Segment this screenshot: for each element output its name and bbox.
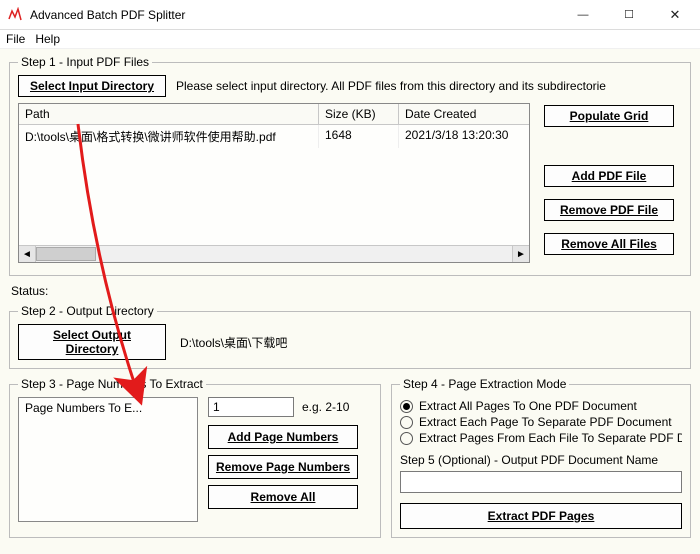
scroll-right-icon[interactable]: ►: [512, 246, 529, 262]
titlebar: Advanced Batch PDF Splitter — ☐ ✕: [0, 0, 700, 30]
step3-group: Step 3 - Page Numbers To Extract Page Nu…: [9, 377, 381, 538]
close-button[interactable]: ✕: [652, 0, 698, 30]
window-title: Advanced Batch PDF Splitter: [30, 8, 560, 22]
step1-side-buttons: Populate Grid Add PDF File Remove PDF Fi…: [544, 103, 682, 267]
scroll-left-icon[interactable]: ◄: [19, 246, 36, 262]
cell-size: 1648: [319, 125, 399, 148]
radio-icon: [400, 432, 413, 445]
select-output-directory-button[interactable]: Select Output Directory: [18, 324, 166, 360]
scroll-thumb[interactable]: [36, 247, 96, 261]
listbox-header: Page Numbers To E...: [25, 401, 191, 415]
window-controls: — ☐ ✕: [560, 0, 698, 30]
step1-legend: Step 1 - Input PDF Files: [18, 55, 152, 69]
extract-pdf-pages-button[interactable]: Extract PDF Pages: [400, 503, 682, 529]
table-row[interactable]: D:\tools\桌面\格式转换\微讲师软件使用帮助.pdf 1648 2021…: [19, 125, 529, 148]
minimize-button[interactable]: —: [560, 0, 606, 30]
step1-hint: Please select input directory. All PDF f…: [176, 79, 606, 93]
menu-help[interactable]: Help: [35, 32, 60, 46]
step5-label: Step 5 (Optional) - Output PDF Document …: [400, 453, 682, 467]
add-pdf-file-button[interactable]: Add PDF File: [544, 165, 674, 187]
select-input-directory-button[interactable]: Select Input Directory: [18, 75, 166, 97]
step4-group: Step 4 - Page Extraction Mode Extract Al…: [391, 377, 691, 538]
step1-group: Step 1 - Input PDF Files Select Input Di…: [9, 55, 691, 276]
col-path[interactable]: Path: [19, 104, 319, 124]
menu-file[interactable]: File: [6, 32, 25, 46]
menubar: File Help: [0, 30, 700, 49]
page-numbers-input[interactable]: [208, 397, 294, 417]
status-label: Status:: [11, 284, 691, 298]
client-area: Step 1 - Input PDF Files Select Input Di…: [0, 49, 700, 554]
input-files-grid[interactable]: Path Size (KB) Date Created D:\tools\桌面\…: [18, 103, 530, 263]
step2-legend: Step 2 - Output Directory: [18, 304, 157, 318]
remove-page-numbers-button[interactable]: Remove Page Numbers: [208, 455, 358, 479]
radio-extract-each-separate[interactable]: Extract Each Page To Separate PDF Docume…: [400, 415, 682, 429]
grid-header: Path Size (KB) Date Created: [19, 104, 529, 125]
step2-group: Step 2 - Output Directory Select Output …: [9, 304, 691, 369]
radio-label-1: Extract All Pages To One PDF Document: [419, 399, 637, 413]
col-date[interactable]: Date Created: [399, 104, 529, 124]
radio-extract-each-file-separate[interactable]: Extract Pages From Each File To Separate…: [400, 431, 682, 445]
maximize-button[interactable]: ☐: [606, 0, 652, 30]
radio-label-2: Extract Each Page To Separate PDF Docume…: [419, 415, 672, 429]
remove-all-page-numbers-button[interactable]: Remove All: [208, 485, 358, 509]
remove-all-files-button[interactable]: Remove All Files: [544, 233, 674, 255]
cell-path: D:\tools\桌面\格式转换\微讲师软件使用帮助.pdf: [19, 125, 319, 148]
cell-date: 2021/3/18 13:20:30: [399, 125, 529, 148]
radio-extract-all-to-one[interactable]: Extract All Pages To One PDF Document: [400, 399, 682, 413]
populate-grid-button[interactable]: Populate Grid: [544, 105, 674, 127]
radio-label-3: Extract Pages From Each File To Separate…: [419, 431, 682, 445]
radio-icon: [400, 400, 413, 413]
output-directory-path: D:\tools\桌面\下载吧: [180, 334, 287, 351]
step4-legend: Step 4 - Page Extraction Mode: [400, 377, 569, 391]
col-size[interactable]: Size (KB): [319, 104, 399, 124]
output-pdf-name-input[interactable]: [400, 471, 682, 493]
step3-legend: Step 3 - Page Numbers To Extract: [18, 377, 206, 391]
add-page-numbers-button[interactable]: Add Page Numbers: [208, 425, 358, 449]
grid-horizontal-scrollbar[interactable]: ◄ ►: [19, 245, 529, 262]
page-numbers-listbox[interactable]: Page Numbers To E...: [18, 397, 198, 522]
radio-icon: [400, 416, 413, 429]
remove-pdf-file-button[interactable]: Remove PDF File: [544, 199, 674, 221]
app-icon: [8, 7, 24, 23]
page-numbers-example: e.g. 2-10: [302, 400, 349, 414]
